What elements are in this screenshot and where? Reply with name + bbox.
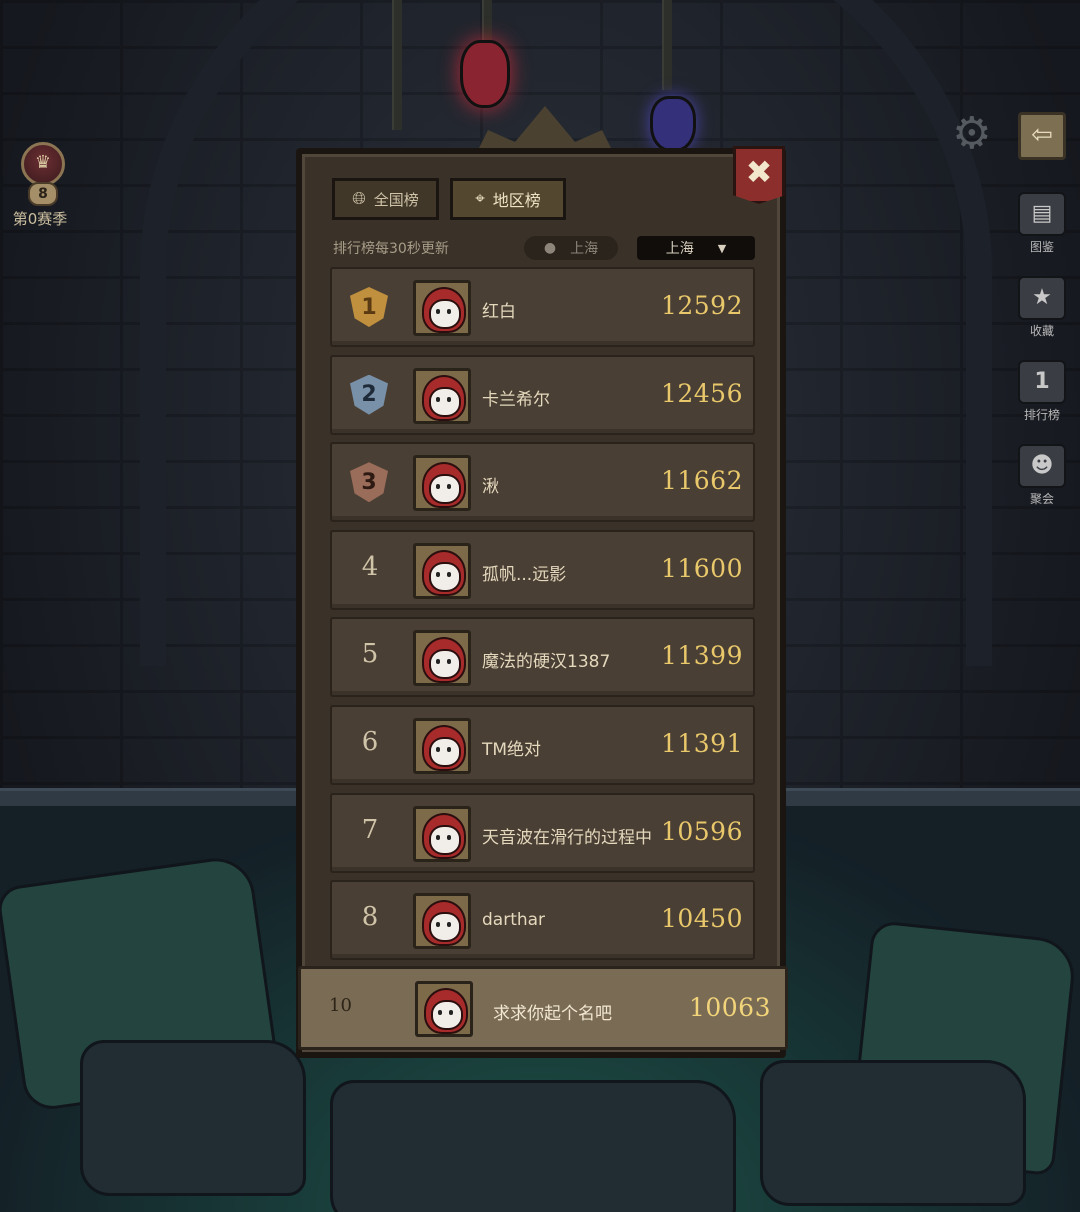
leaderboard-row[interactable]: 5 魔法的硬汉1387 11399 [330,617,755,698]
rank-number: 6 [361,726,379,757]
my-player-name: 求求你起个名吧 [493,1004,612,1024]
leaderboard-row[interactable]: 1 红白 12592 [330,267,755,347]
sidebar-item-party[interactable]: ☻ 聚会 [1012,444,1072,507]
current-location: ● 上海 [524,236,618,260]
globe-icon: 🌐︎ [352,189,366,209]
player-name: 卡兰希尔 [482,389,550,410]
sidebar-item-favorites[interactable]: ★ 收藏 [1012,276,1072,339]
books-icon: ▤ [1018,192,1066,236]
leaderboard-row[interactable]: 6 TM绝对 11391 [330,704,755,785]
close-button[interactable]: ✖ [733,146,785,204]
tab-national[interactable]: 🌐︎ 全国榜 [332,178,439,220]
leaderboard-row[interactable]: 7 天音波在滑行的过程中 10596 [330,792,755,873]
player-name: 湫 [482,477,499,498]
avatar [413,630,471,687]
rank-bronze-badge-icon: 3 [350,462,388,503]
leaderboard-row[interactable]: 3 湫 11662 [330,442,755,523]
tab-regional[interactable]: ⌖ 地区榜 [450,178,566,220]
rank-1-icon: 1 [1018,360,1066,404]
chevron-down-icon: ▼ [717,241,727,255]
city-select-value: 上海 [665,241,694,257]
gear-icon[interactable]: ⚙ [952,112,991,156]
tab-label: 全国榜 [373,190,419,209]
rank-number: 7 [361,814,379,845]
avatar [413,367,471,424]
leaderboard-row[interactable]: 8 darthar 10450 [330,880,755,961]
rank-number: 5 [361,639,379,670]
leaderboard-row[interactable]: 2 卡兰希尔 12456 [330,354,755,435]
location-pin-icon: ⌖ [475,189,485,209]
city-select[interactable]: 上海 ▼ [637,236,755,260]
sidebar-item-collection[interactable]: ▤ 图鉴 [1012,192,1072,255]
back-button[interactable]: ⇦ [1018,112,1066,160]
my-rank-row[interactable]: 10 求求你起个名吧 10063 [298,966,788,1050]
location-pin-icon: ● [543,240,557,256]
avatar [413,542,471,599]
leaderboard-row[interactable]: 4 孤帆...远影 11600 [330,529,755,610]
red-lantern [460,40,510,108]
tab-label: 地区榜 [492,191,541,210]
close-icon: ✖ [745,153,773,191]
player-score: 12456 [660,378,743,408]
avatar [413,717,471,774]
party-icon: ☻ [1018,444,1066,488]
sidebar-item-label: 收藏 [1029,324,1054,338]
player-name: 天音波在滑行的过程中 [482,827,652,848]
rank-number: 4 [361,551,379,582]
season-level: 8 [28,182,58,206]
season-crest-icon: ♛ [21,142,65,186]
player-name: TM绝对 [482,739,542,760]
player-name: 孤帆...远影 [482,564,567,585]
leaderboard-list: 1 红白 12592 2 卡兰希尔 12456 3 湫 11662 4 孤帆..… [330,267,755,968]
player-score: 10596 [660,816,743,846]
player-name: darthar [482,910,546,931]
blue-lantern [650,96,696,152]
sidebar-item-label: 图鉴 [1029,240,1054,254]
my-player-score: 10063 [688,993,771,1022]
star-book-icon: ★ [1018,276,1066,320]
refresh-note: 排行榜每30秒更新 [333,241,449,257]
rank-silver-badge-icon: 2 [350,374,388,415]
player-score: 10450 [660,904,743,934]
avatar [413,893,471,950]
sidebar-item-label: 聚会 [1029,492,1054,506]
player-score: 12592 [660,291,743,320]
rank-number: 8 [361,902,379,933]
rank-gold-badge-icon: 1 [350,287,388,327]
player-score: 11399 [660,641,743,671]
season-label: 第0赛季 [12,210,68,228]
sidebar-item-leaderboard[interactable]: 1 排行榜 [1012,360,1072,423]
avatar [413,455,471,512]
player-score: 11391 [660,728,743,758]
current-location-label: 上海 [570,241,599,257]
season-badge[interactable]: ♛ 8 第0赛季 [10,142,76,229]
avatar [415,981,473,1037]
back-arrow-icon: ⇦ [1031,120,1053,150]
player-name: 魔法的硬汉1387 [482,652,611,673]
player-score: 11600 [660,553,743,583]
avatar [413,805,471,862]
avatar [413,280,471,336]
player-name: 红白 [482,302,516,322]
sidebar-item-label: 排行榜 [1023,408,1060,422]
player-score: 11662 [660,466,743,496]
my-rank-number: 10 [329,995,352,1016]
